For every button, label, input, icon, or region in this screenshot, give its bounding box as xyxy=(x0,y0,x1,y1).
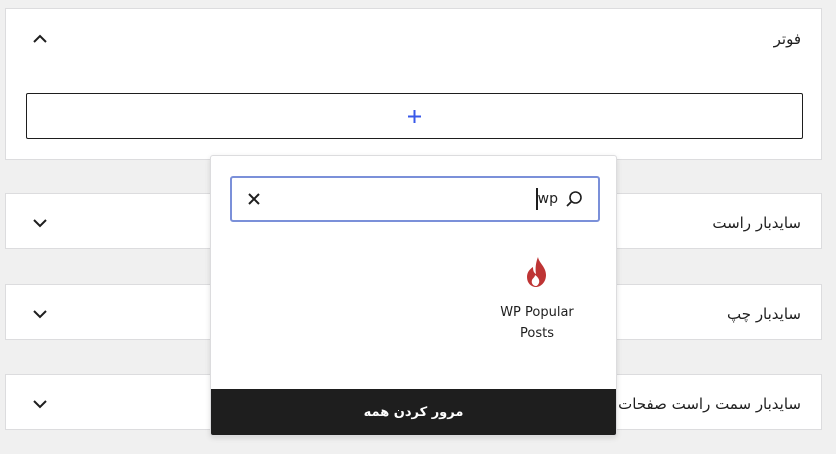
block-result-label: WP Popular Posts xyxy=(500,305,574,341)
search-icon xyxy=(566,191,582,207)
chevron-down-icon[interactable] xyxy=(32,215,48,231)
add-block-button[interactable] xyxy=(26,93,803,139)
flame-icon xyxy=(527,257,546,287)
chevron-down-icon[interactable] xyxy=(32,306,48,322)
block-result-wp-popular-posts[interactable]: WP Popular Posts xyxy=(491,256,583,344)
left-sidebar-panel-title: سایدبار چپ xyxy=(727,305,801,323)
block-search-input[interactable] xyxy=(272,186,558,212)
footer-panel: فوتر xyxy=(5,8,822,160)
footer-panel-header[interactable]: فوتر xyxy=(6,9,821,67)
chevron-down-icon[interactable] xyxy=(32,396,48,412)
chevron-up-icon[interactable] xyxy=(32,31,48,47)
browse-all-button[interactable]: مرور کردن همه xyxy=(211,389,616,435)
block-inserter-popover: WP Popular Posts مرور کردن همه xyxy=(210,155,617,436)
footer-panel-title: فوتر xyxy=(773,30,801,48)
block-search-box[interactable] xyxy=(230,176,600,222)
pages-right-sidebar-panel-title: سایدبار سمت راست صفحات و xyxy=(606,395,801,413)
right-sidebar-panel-title: سایدبار راست xyxy=(712,214,801,232)
close-icon[interactable] xyxy=(246,191,262,207)
text-caret xyxy=(536,188,538,210)
plus-icon xyxy=(408,110,421,123)
